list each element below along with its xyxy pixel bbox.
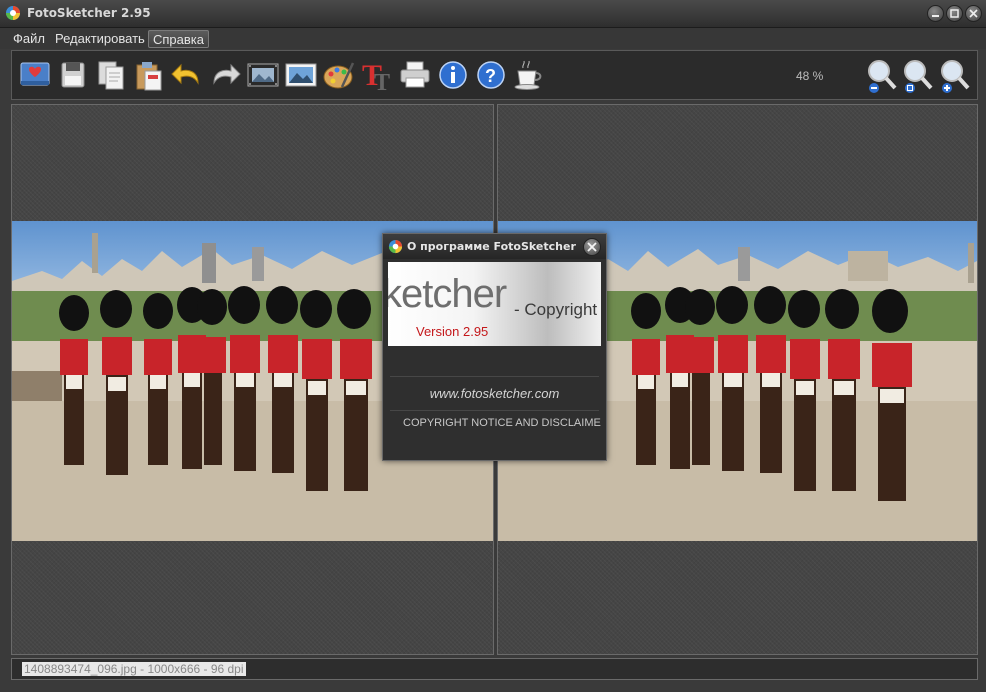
zoom-out-icon — [868, 60, 897, 93]
toolbar: T T ? 48 % — [11, 50, 978, 100]
about-copyright-notice: COPYRIGHT NOTICE AND DISCLAIME — [403, 417, 601, 429]
maximize-button[interactable] — [946, 5, 963, 22]
close-button[interactable] — [965, 5, 982, 22]
copy-icon — [98, 61, 124, 90]
save-button[interactable] — [56, 57, 90, 95]
minimize-icon — [932, 15, 939, 17]
open-image-button[interactable] — [18, 57, 52, 95]
redo-icon — [213, 63, 241, 85]
svg-text:T: T — [374, 70, 390, 95]
help-icon: ? — [477, 61, 505, 89]
print-icon — [400, 61, 430, 88]
zoom-fit-button[interactable] — [900, 57, 934, 95]
window-title: FotoSketcher 2.95 — [27, 6, 151, 20]
paste-button[interactable] — [132, 57, 166, 95]
close-icon — [969, 9, 978, 18]
maximize-icon — [950, 9, 959, 18]
menu-edit[interactable]: Редактировать — [51, 30, 149, 48]
save-icon — [61, 62, 85, 88]
text-icon: T T — [362, 59, 390, 95]
menu-help[interactable]: Справка — [148, 30, 209, 48]
about-version: Version 2.95 — [416, 324, 489, 339]
print-button[interactable] — [398, 57, 432, 95]
zoom-fit-icon — [904, 60, 933, 93]
info-button[interactable] — [436, 57, 470, 95]
undo-icon — [171, 63, 199, 85]
divider — [390, 376, 599, 377]
zoom-in-icon — [941, 60, 970, 93]
app-icon — [6, 6, 20, 20]
film-icon — [247, 63, 279, 87]
about-dialog-titlebar[interactable]: О программе FotoSketcher — [383, 234, 606, 259]
landscape-button[interactable] — [284, 57, 318, 95]
svg-text:?: ? — [485, 66, 496, 86]
about-dialog-title: О программе FotoSketcher — [407, 240, 576, 253]
palette-button[interactable] — [322, 57, 356, 95]
zoom-level: 48 % — [796, 69, 824, 83]
open-image-icon — [20, 62, 50, 86]
about-logo-text: ketcher — [388, 272, 507, 316]
about-close-button[interactable] — [583, 238, 601, 256]
redo-button[interactable] — [208, 57, 242, 95]
undo-button[interactable] — [170, 57, 204, 95]
copy-button[interactable] — [94, 57, 128, 95]
menu-file[interactable]: Файл — [9, 30, 49, 48]
status-bar: 1408893474_096.jpg - 1000x666 - 96 dpi — [11, 658, 978, 680]
coffee-icon — [514, 60, 542, 90]
zoom-out-button[interactable] — [864, 57, 898, 95]
zoom-in-button[interactable] — [937, 57, 971, 95]
about-copyright: - Copyright D — [514, 300, 601, 319]
app-icon — [388, 239, 403, 254]
status-file-info: 1408893474_096.jpg - 1000x666 - 96 dpi — [22, 662, 246, 676]
help-button[interactable]: ? — [474, 57, 508, 95]
text-button[interactable]: T T — [360, 57, 394, 95]
about-banner: ketcher - Copyright D Version 2.95 — [388, 262, 601, 346]
palette-icon — [323, 62, 355, 89]
minimize-button[interactable] — [927, 5, 944, 22]
landscape-icon — [285, 63, 317, 87]
close-icon — [587, 242, 597, 252]
coffee-button[interactable] — [512, 57, 546, 95]
title-bar: FotoSketcher 2.95 — [0, 0, 986, 28]
about-dialog: О программе FotoSketcher ketcher - Copyr… — [382, 233, 607, 461]
info-icon — [439, 61, 467, 89]
film-button[interactable] — [246, 57, 280, 95]
about-website-link[interactable]: www.fotosketcher.com — [383, 386, 606, 401]
menu-bar: Файл Редактировать Справка — [0, 28, 986, 49]
divider — [390, 410, 599, 411]
paste-icon — [136, 62, 162, 91]
